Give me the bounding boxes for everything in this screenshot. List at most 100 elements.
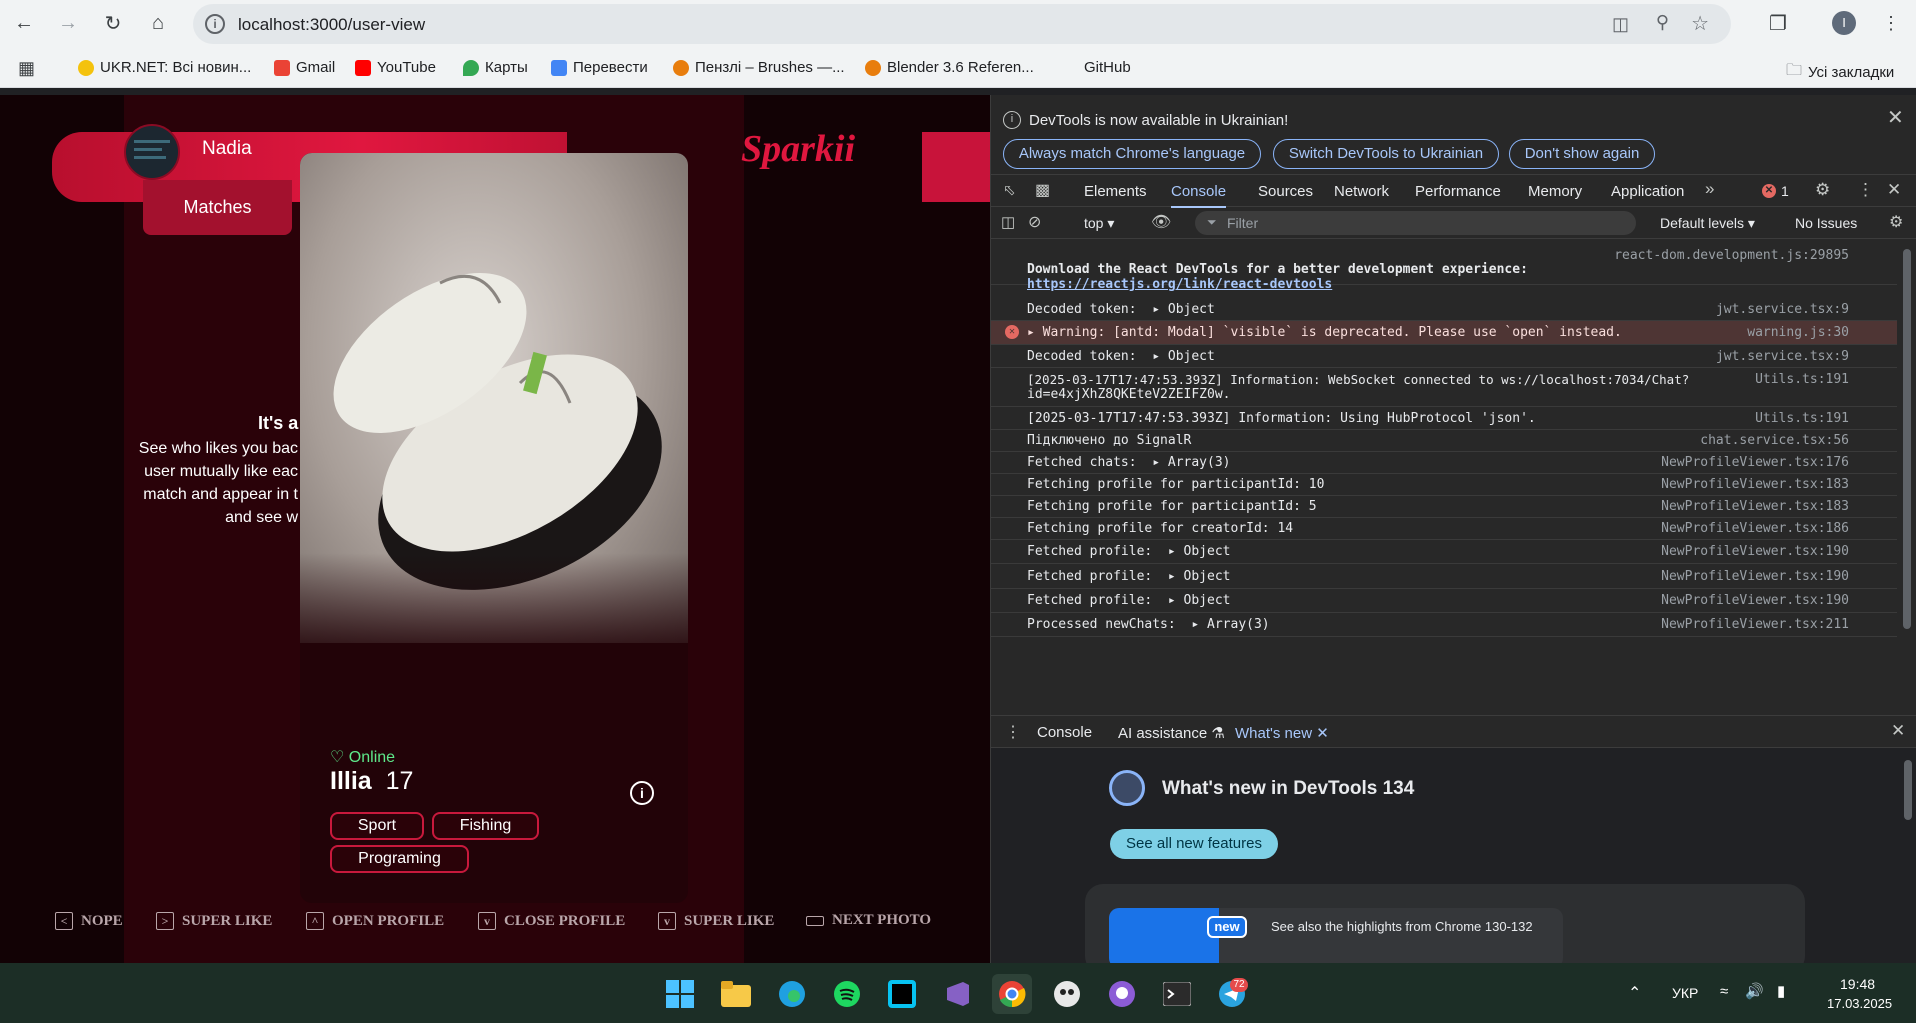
profile-card[interactable]: ♡ Online Illia 17 i Sport Fishing Progra… bbox=[300, 153, 688, 903]
blender-icon bbox=[673, 59, 689, 76]
close-icon[interactable]: ✕ bbox=[1887, 105, 1904, 130]
more-tabs-icon[interactable]: » bbox=[1705, 179, 1714, 199]
eye-icon[interactable]: 👁 bbox=[1151, 212, 1171, 232]
bookmark-github[interactable]: GitHub bbox=[1084, 59, 1131, 76]
inspect-icon[interactable]: ⬁ bbox=[1003, 181, 1016, 199]
context-selector[interactable]: top ▾ bbox=[1084, 215, 1114, 232]
issues-button[interactable]: No Issues bbox=[1795, 215, 1857, 231]
error-icon[interactable]: ✕ bbox=[1762, 184, 1776, 198]
forward-icon[interactable]: → bbox=[53, 8, 83, 38]
back-icon[interactable]: ← bbox=[9, 8, 39, 38]
bookmark-youtube[interactable]: YouTube bbox=[355, 59, 436, 76]
arrow-down-icon: v bbox=[658, 912, 676, 930]
tab-memory[interactable]: Memory bbox=[1528, 183, 1582, 200]
drawer-menu-icon[interactable]: ⋮ bbox=[1005, 722, 1021, 742]
zoom-icon[interactable]: ⚲ bbox=[1656, 12, 1669, 33]
console-scrollbar[interactable] bbox=[1903, 249, 1911, 629]
drawer-tab-whats-new[interactable]: What's new ✕ bbox=[1235, 724, 1329, 750]
settings-gear-icon[interactable]: ⚙ bbox=[1815, 180, 1830, 200]
filter-input[interactable]: ⏷ Filter bbox=[1195, 211, 1636, 235]
reload-icon[interactable]: ↻ bbox=[98, 8, 128, 38]
highlights-link[interactable]: new See also the highlights from Chrome … bbox=[1109, 908, 1563, 963]
switch-language-button[interactable]: Switch DevTools to Ukrainian bbox=[1273, 139, 1499, 169]
file-explorer-icon[interactable] bbox=[716, 974, 756, 1014]
bookmark-brushes[interactable]: Пензлі – Brushes —... bbox=[673, 59, 845, 76]
menu-icon[interactable]: ⋮ bbox=[1876, 8, 1906, 38]
tab-matches[interactable]: Matches bbox=[143, 180, 292, 235]
clock-time[interactable]: 19:48 bbox=[1840, 976, 1875, 992]
hint-close-profile: v CLOSE PROFILE bbox=[478, 912, 625, 930]
match-language-button[interactable]: Always match Chrome's language bbox=[1003, 139, 1261, 169]
url-text[interactable]: localhost:3000/user-view bbox=[238, 15, 425, 35]
tab-performance[interactable]: Performance bbox=[1415, 183, 1501, 200]
blender-icon bbox=[865, 59, 881, 76]
bookmark-ukrnet[interactable]: UKR.NET: Всі новин... bbox=[78, 59, 251, 76]
bookmark-star-icon[interactable]: ☆ bbox=[1691, 11, 1709, 36]
close-devtools-icon[interactable]: ✕ bbox=[1887, 180, 1901, 200]
highlights-text: See also the highlights from Chrome 130-… bbox=[1271, 919, 1533, 934]
clock-date[interactable]: 17.03.2025 bbox=[1827, 996, 1892, 1011]
log-levels-dropdown[interactable]: Default levels ▾ bbox=[1660, 215, 1755, 232]
github-desktop-icon[interactable] bbox=[1102, 974, 1142, 1014]
maps-icon bbox=[463, 59, 479, 76]
console-message: Fetched profile: ▸ Object NewProfileView… bbox=[991, 589, 1897, 613]
drawer-tab-console[interactable]: Console bbox=[1037, 724, 1092, 741]
terminal-icon[interactable] bbox=[1157, 974, 1197, 1014]
bookmark-gmail[interactable]: Gmail bbox=[274, 59, 335, 76]
tab-console[interactable]: Console bbox=[1171, 183, 1227, 208]
address-bar[interactable]: i localhost:3000/user-view ◫ ⚲ ☆ bbox=[193, 4, 1731, 44]
close-icon[interactable]: ✕ bbox=[1316, 725, 1329, 742]
heart-icon: ♡ bbox=[330, 749, 345, 766]
bookmark-blender[interactable]: Blender 3.6 Referen... bbox=[865, 59, 1034, 76]
windows-start-icon[interactable] bbox=[660, 974, 700, 1014]
visual-studio-icon[interactable] bbox=[937, 974, 977, 1014]
site-info-icon[interactable]: i bbox=[205, 14, 225, 34]
console-message: Fetching profile for participantId: 10 N… bbox=[991, 474, 1897, 496]
console-output: react-dom.development.js:29895 Download … bbox=[991, 239, 1916, 641]
extensions-icon[interactable]: ❐ bbox=[1763, 8, 1793, 38]
game-app-icon[interactable] bbox=[1047, 974, 1087, 1014]
bookmarks-bar: ▦ UKR.NET: Всі новин... Gmail YouTube Ка… bbox=[0, 47, 1916, 88]
spotify-icon[interactable] bbox=[827, 974, 867, 1014]
device-toggle-icon[interactable]: ▩ bbox=[1035, 180, 1050, 200]
drawer-scrollbar[interactable] bbox=[1904, 760, 1912, 820]
install-icon[interactable]: ◫ bbox=[1612, 14, 1629, 35]
dont-show-button[interactable]: Don't show again bbox=[1509, 139, 1655, 169]
all-bookmarks[interactable]: 🗀 Усі закладки bbox=[1786, 59, 1894, 86]
input-language[interactable]: УКР bbox=[1672, 985, 1698, 1001]
sidebar-toggle-icon[interactable]: ◫ bbox=[1001, 213, 1015, 231]
edge-icon[interactable] bbox=[772, 974, 812, 1014]
tab-sources[interactable]: Sources bbox=[1258, 183, 1313, 200]
home-icon[interactable]: ⌂ bbox=[143, 8, 173, 38]
bookmark-maps[interactable]: Карты bbox=[463, 59, 528, 76]
tab-elements[interactable]: Elements bbox=[1084, 183, 1147, 200]
avatar[interactable] bbox=[124, 124, 180, 180]
banner-text: DevTools is now available in Ukrainian! bbox=[1029, 112, 1289, 129]
kebab-menu-icon[interactable]: ⋮ bbox=[1857, 180, 1874, 200]
chrome-icon[interactable] bbox=[992, 974, 1032, 1014]
tab-network[interactable]: Network bbox=[1334, 183, 1389, 200]
app-page: Nadia Sparkii Matches It's a See who lik… bbox=[0, 95, 990, 963]
webstorm-icon[interactable] bbox=[882, 974, 922, 1014]
whats-new-title: What's new in DevTools 134 bbox=[1162, 778, 1415, 799]
console-message: Fetching profile for participantId: 5 Ne… bbox=[991, 496, 1897, 518]
clear-console-icon[interactable]: ⊘ bbox=[1028, 212, 1041, 232]
drawer-tab-ai[interactable]: AI assistance ⚗ bbox=[1118, 724, 1225, 742]
hint-open-profile: ^ OPEN PROFILE bbox=[306, 912, 444, 930]
close-drawer-icon[interactable]: ✕ bbox=[1891, 721, 1905, 741]
bookmark-translate[interactable]: Перевести bbox=[551, 59, 648, 76]
new-badge: new bbox=[1207, 916, 1247, 938]
error-count[interactable]: 1 bbox=[1781, 183, 1789, 199]
profile-avatar[interactable]: I bbox=[1832, 11, 1856, 35]
info-icon[interactable]: i bbox=[630, 781, 654, 805]
info-icon: i bbox=[1003, 111, 1021, 129]
chevron-up-icon[interactable]: ⌃ bbox=[1628, 983, 1641, 1003]
apps-icon[interactable]: ▦ bbox=[18, 58, 35, 79]
battery-icon[interactable]: ▮ bbox=[1777, 982, 1785, 1000]
volume-icon[interactable]: 🔊 bbox=[1745, 982, 1764, 1000]
console-settings-icon[interactable]: ⚙ bbox=[1889, 212, 1903, 232]
tab-application[interactable]: Application bbox=[1611, 183, 1684, 200]
wifi-icon[interactable]: ≈ bbox=[1720, 983, 1728, 1000]
hint-nope: < NOPE bbox=[55, 912, 123, 930]
see-all-features-button[interactable]: See all new features bbox=[1110, 829, 1278, 859]
